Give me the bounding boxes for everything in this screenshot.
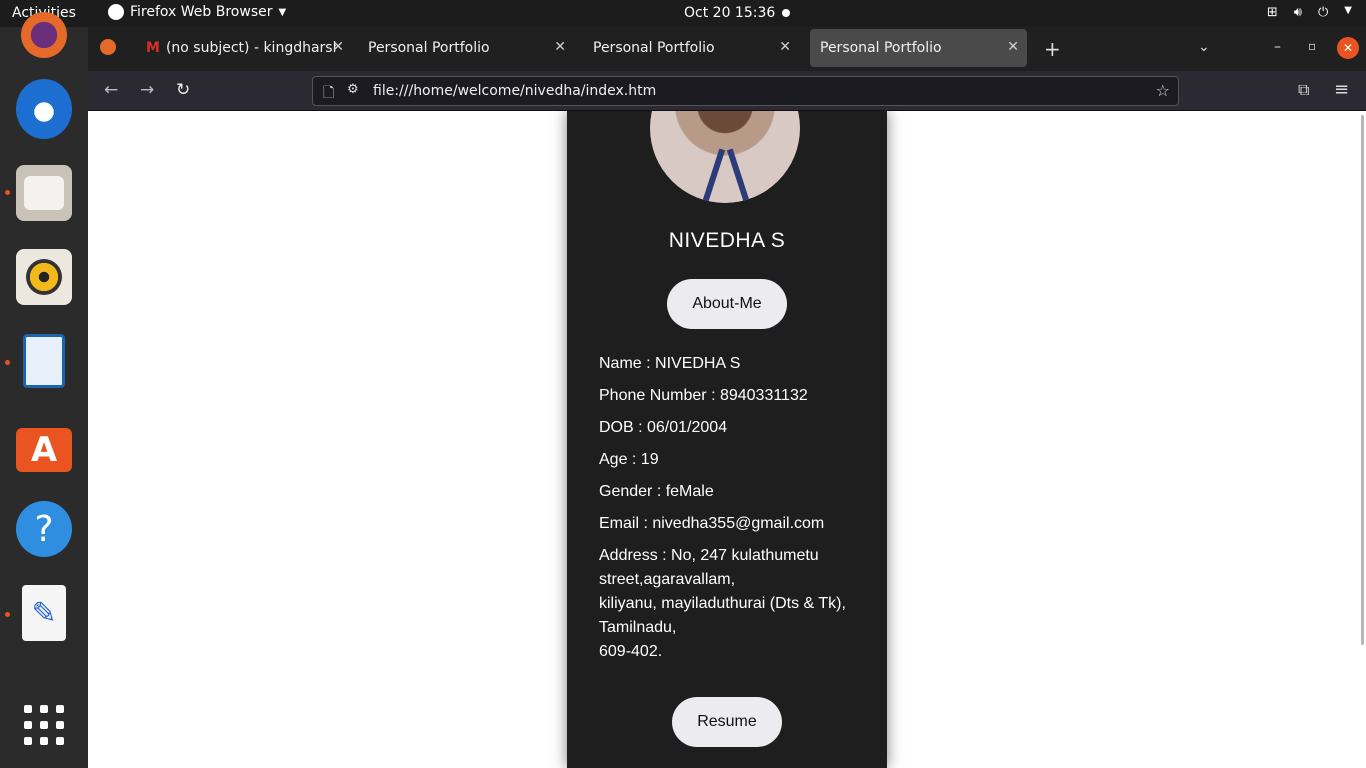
detail-address: Address : No, 247 kulathumetu street,aga… <box>599 544 869 664</box>
system-top-bar: Activities Firefox Web Browser ▼ Oct 20 … <box>0 0 1366 27</box>
system-status-area[interactable]: ⊞ 🔊︎ ⏻ ▼ <box>1267 5 1352 20</box>
software-center-dock-icon[interactable]: A <box>16 417 72 473</box>
url-text: file:///home/welcome/nivedha/index.htm <box>373 83 657 99</box>
document-icon <box>23 334 65 388</box>
address-line: Address : No, 247 kulathumetu street,aga… <box>599 547 819 588</box>
show-apps-button[interactable] <box>16 697 72 753</box>
gmail-icon: M <box>146 40 160 56</box>
page-viewport: NIVEDHA S About-Me Name : NIVEDHA S Phon… <box>88 111 1366 768</box>
help-dock-icon[interactable]: ? <box>16 501 72 557</box>
lanyard-shape <box>700 148 726 203</box>
close-icon[interactable]: ✕ <box>332 39 344 55</box>
dock: A ? ✎ <box>0 12 88 768</box>
app-store-icon: A <box>16 428 72 472</box>
profile-name-heading: NIVEDHA S <box>668 229 786 252</box>
text-editor-icon: ✎ <box>22 585 66 641</box>
speaker-icon <box>26 259 62 295</box>
power-icon: ⏻ <box>1318 5 1329 20</box>
thunderbird-icon <box>16 79 72 139</box>
writer-dock-icon[interactable] <box>16 333 72 389</box>
firefox-dock-icon[interactable] <box>16 7 72 63</box>
notification-dot <box>782 9 790 17</box>
bookmark-star-icon[interactable]: ☆ <box>1156 81 1170 100</box>
page-icon: 🗋 <box>323 85 335 101</box>
detail-name: Name : NIVEDHA S <box>599 355 741 372</box>
thunderbird-dock-icon[interactable] <box>16 79 72 139</box>
firefox-icon <box>21 12 67 58</box>
close-icon[interactable]: ✕ <box>1007 39 1019 55</box>
detail-phone: Phone Number : 8940331132 <box>599 387 808 404</box>
running-indicator <box>5 360 10 365</box>
volume-icon: 🔊︎ <box>1293 5 1302 20</box>
files-dock-icon[interactable] <box>16 165 72 221</box>
chevron-down-icon: ▼ <box>1344 5 1352 16</box>
help-icon: ? <box>16 501 72 557</box>
profile-details: Name : NIVEDHA S Phone Number : 89403311… <box>599 352 869 664</box>
url-bar[interactable]: 🗋 ⚙ file:///home/welcome/nivedha/index.h… <box>312 76 1179 106</box>
firefox-view-icon[interactable] <box>100 39 116 55</box>
detail-dob: DOB : 06/01/2004 <box>599 419 728 436</box>
address-line: 609-402. <box>599 643 663 660</box>
tab-portfolio-2[interactable]: Personal Portfolio ✕ <box>583 29 799 67</box>
back-button[interactable]: ← <box>104 80 118 100</box>
clock[interactable]: Oct 20 15:36 <box>684 5 775 21</box>
menu-icon[interactable]: ≡ <box>1334 79 1349 100</box>
detail-age: Age : 19 <box>599 451 659 468</box>
close-window-button[interactable]: ✕ <box>1337 37 1359 59</box>
tab-gmail[interactable]: M (no subject) - kingdharsha ✕ <box>136 29 352 67</box>
reload-button[interactable]: ↻ <box>176 80 190 100</box>
tab-label: Personal Portfolio <box>368 40 490 56</box>
list-all-tabs-button[interactable]: ⌄ <box>1198 39 1210 55</box>
resume-button[interactable]: Resume <box>672 697 782 747</box>
maximize-button[interactable]: ▫ <box>1308 39 1316 53</box>
folder-icon <box>24 176 64 210</box>
chevron-down-icon: ▼ <box>278 6 287 18</box>
tab-label: (no subject) - kingdharsha <box>165 40 336 56</box>
new-tab-button[interactable]: + <box>1044 37 1061 61</box>
page-scrollbar[interactable] <box>1361 115 1364 645</box>
tab-label: Personal Portfolio <box>820 40 942 56</box>
app-menu-label: Firefox Web Browser <box>130 4 273 20</box>
close-icon[interactable]: ✕ <box>554 39 566 55</box>
profile-card: NIVEDHA S About-Me Name : NIVEDHA S Phon… <box>567 111 887 768</box>
rhythmbox-dock-icon[interactable] <box>16 249 72 305</box>
tab-portfolio-active[interactable]: Personal Portfolio ✕ <box>810 29 1027 67</box>
running-indicator <box>5 612 10 617</box>
tab-bar: M (no subject) - kingdharsha ✕ Personal … <box>88 27 1366 71</box>
minimize-button[interactable]: – <box>1274 39 1281 55</box>
address-line: kiliyanu, mayiladuthurai (Dts & Tk), Tam… <box>599 595 846 636</box>
tab-portfolio-1[interactable]: Personal Portfolio ✕ <box>358 29 574 67</box>
permissions-icon[interactable]: ⚙ <box>347 82 359 97</box>
app-menu[interactable]: Firefox Web Browser ▼ <box>108 4 286 20</box>
extensions-icon[interactable]: ⧉ <box>1298 80 1309 100</box>
detail-email: Email : nivedha355@gmail.com <box>599 515 825 532</box>
text-editor-dock-icon[interactable]: ✎ <box>16 585 72 641</box>
firefox-icon <box>108 4 124 20</box>
close-icon[interactable]: ✕ <box>779 39 791 55</box>
navigation-toolbar: ← → ↻ 🗋 ⚙ file:///home/welcome/nivedha/i… <box>88 71 1366 111</box>
forward-button[interactable]: → <box>140 80 154 100</box>
running-indicator <box>5 190 10 195</box>
profile-photo <box>650 111 800 203</box>
tab-label: Personal Portfolio <box>593 40 715 56</box>
grid-icon <box>24 705 64 745</box>
network-icon: ⊞ <box>1266 5 1278 20</box>
detail-gender: Gender : feMale <box>599 483 714 500</box>
about-me-button[interactable]: About-Me <box>667 279 787 329</box>
lanyard-shape <box>726 148 752 203</box>
